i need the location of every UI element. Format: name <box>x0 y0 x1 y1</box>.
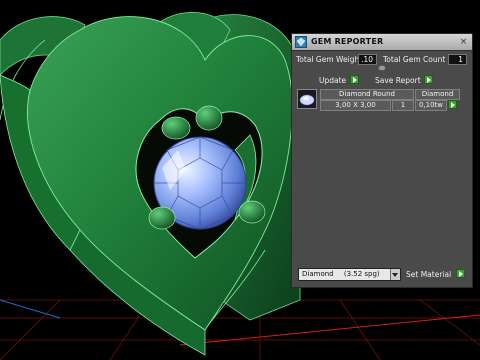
total-gem-weight-field: .10 <box>358 54 377 65</box>
set-material-button[interactable] <box>456 269 465 278</box>
gem-size-cell: 3,00 X 3,00 <box>320 100 391 111</box>
gem-shape-cell: Diamond Round <box>320 89 414 100</box>
round-diamond-thumbnail-icon[interactable] <box>297 89 317 109</box>
close-icon[interactable]: × <box>458 37 469 47</box>
material-bar: Diamond (3.52 spg) Set Material <box>298 268 468 282</box>
chevron-down-icon[interactable] <box>390 269 400 280</box>
material-select[interactable]: Diamond (3.52 spg) <box>298 268 401 281</box>
update-label: Update <box>319 76 347 85</box>
update-button[interactable] <box>350 75 359 84</box>
gem-reporter-panel: GEM REPORTER × Total Gem Weight .10 Tota… <box>291 33 473 288</box>
panel-title: GEM REPORTER <box>311 37 384 46</box>
splitter-handle[interactable] <box>378 65 386 71</box>
gem-row-arrow-button[interactable] <box>448 100 457 109</box>
material-select-value: Diamond <box>302 270 334 278</box>
set-material-label: Set Material <box>406 270 452 279</box>
gem-weight-cell: 0,10tw <box>415 100 447 111</box>
prong-top-right <box>195 105 223 131</box>
x-axis-line <box>179 314 480 346</box>
prong-bottom-left <box>148 206 176 230</box>
total-gem-count-field: 1 <box>448 54 467 65</box>
material-select-detail: (3.52 spg) <box>343 270 380 278</box>
total-gem-count-label: Total Gem Count <box>383 55 446 64</box>
prong-bottom-right <box>238 200 266 224</box>
total-gem-weight-label: Total Gem Weight <box>296 55 363 64</box>
prong-top-left <box>161 116 191 140</box>
save-report-label: Save Report <box>375 76 421 85</box>
gem-reporter-app-icon <box>295 36 307 48</box>
gem-count-cell: 1 <box>392 100 414 111</box>
panel-titlebar[interactable]: GEM REPORTER × <box>292 34 472 51</box>
save-report-button[interactable] <box>424 75 433 84</box>
gem-list: Diamond Round Diamond 3,00 X 3,00 1 0,10… <box>297 89 467 111</box>
gem-material-cell: Diamond <box>415 89 460 100</box>
